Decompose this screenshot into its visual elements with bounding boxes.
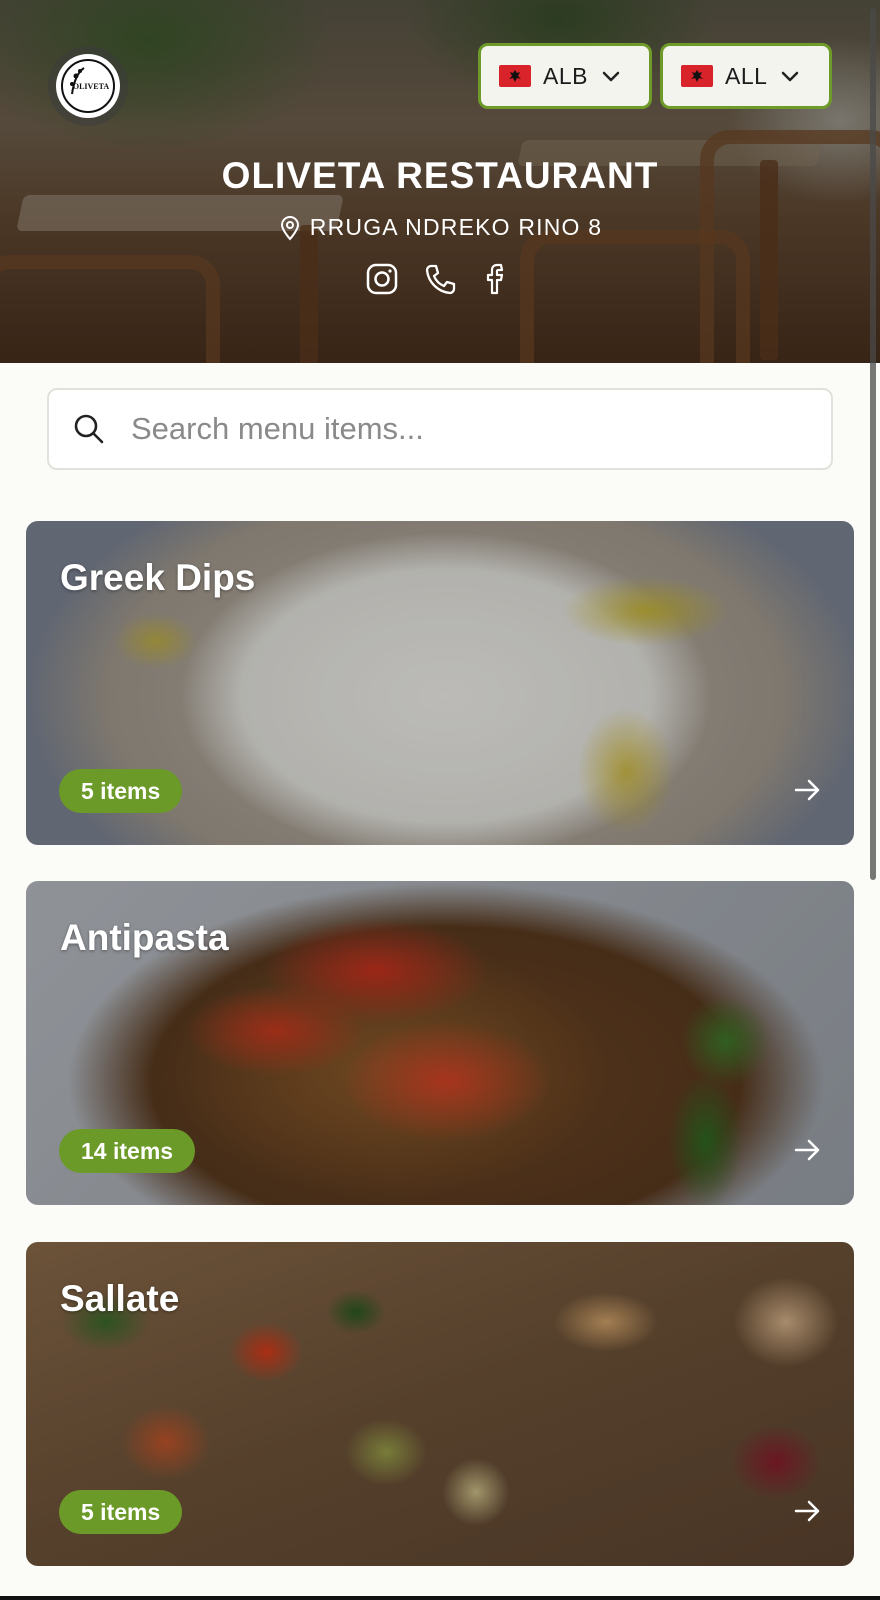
arrow-right-icon (794, 779, 820, 801)
item-count-badge: 5 items (59, 1490, 183, 1534)
item-count-badge: 5 items (59, 769, 183, 813)
language-label: ALB (543, 62, 588, 89)
albania-flag-icon (499, 65, 531, 87)
category-card-antipasta[interactable]: Antipasta 14 items (26, 881, 854, 1205)
category-title: Greek Dips (60, 557, 256, 598)
search-bar[interactable] (47, 388, 833, 470)
category-title: Sallate (60, 1278, 180, 1319)
address-text: RRUGA NDREKO RINO 8 (309, 214, 603, 240)
phone-icon[interactable] (423, 262, 457, 296)
arrow-right-icon (794, 1500, 820, 1522)
logo-badge: OLIVETA (56, 54, 120, 118)
svg-text:OLIVETA: OLIVETA (73, 82, 110, 91)
search-input[interactable] (131, 411, 791, 447)
currency-select[interactable]: ALL (660, 43, 832, 109)
restaurant-address[interactable]: RRUGA NDREKO RINO 8 (0, 214, 880, 241)
arrow-right-icon (794, 1139, 820, 1161)
map-pin-icon (280, 215, 299, 241)
category-card-sallate[interactable]: Sallate 5 items (26, 1242, 854, 1566)
social-links (0, 262, 880, 296)
olive-tree-logo-icon: OLIVETA (61, 59, 115, 113)
page-scrollbar[interactable] (870, 8, 876, 880)
language-select[interactable]: ALB (478, 43, 652, 109)
bottom-edge (0, 1596, 880, 1600)
chevron-down-icon (602, 71, 620, 82)
category-title: Antipasta (60, 917, 229, 958)
search-icon (74, 414, 104, 444)
category-card-greek-dips[interactable]: Greek Dips 5 items (26, 521, 854, 845)
item-count-badge: 14 items (59, 1129, 196, 1173)
facebook-icon[interactable] (481, 262, 515, 296)
albania-flag-icon (681, 65, 713, 87)
instagram-icon[interactable] (365, 262, 399, 296)
restaurant-title: OLIVETA RESTAURANT (221, 155, 659, 196)
chevron-down-icon (782, 71, 799, 82)
restaurant-logo[interactable]: OLIVETA (48, 46, 128, 126)
currency-label: ALL (725, 62, 768, 89)
